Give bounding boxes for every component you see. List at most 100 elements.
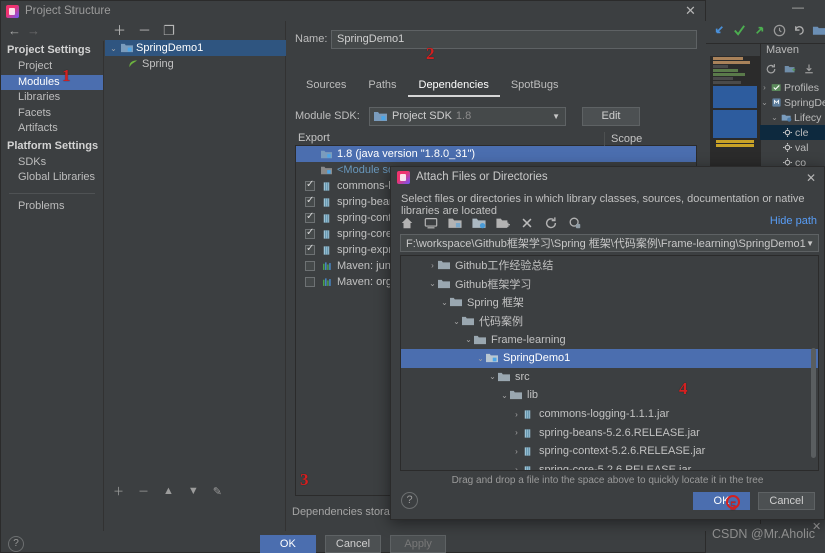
hide-path-link[interactable]: Hide path xyxy=(770,215,817,227)
help-button[interactable]: ? xyxy=(401,492,418,509)
refresh-icon[interactable] xyxy=(544,216,558,230)
chevron-down-icon[interactable]: ▼ xyxy=(552,112,560,121)
chevron-down-icon[interactable]: ⌄ xyxy=(463,335,474,344)
add-maven-project-icon[interactable] xyxy=(784,63,796,75)
sidebar-item-sdks[interactable]: SDKs xyxy=(1,155,103,171)
export-checkbox[interactable] xyxy=(305,211,315,223)
attach-dialog-buttons: OK Cancel xyxy=(693,492,815,510)
project-folder-icon[interactable] xyxy=(448,216,462,230)
move-up-button[interactable]: ▲ xyxy=(163,485,174,497)
chevron-down-icon[interactable]: ⌄ xyxy=(451,317,462,326)
tab-sources[interactable]: Sources xyxy=(295,79,357,97)
cancel-button[interactable]: Cancel xyxy=(758,492,815,510)
maven-tree-row[interactable]: ⌄ SpringDe xyxy=(760,95,825,110)
sidebar-item-modules[interactable]: Modules xyxy=(1,74,103,90)
maven-tree-row[interactable]: › Profiles xyxy=(760,80,825,95)
sidebar-item-problems[interactable]: Problems xyxy=(1,199,103,215)
export-checkbox[interactable] xyxy=(305,261,315,271)
tree-item-lib[interactable]: ⌄ lib xyxy=(401,386,818,405)
remove-module-button[interactable]: － xyxy=(138,24,151,37)
sidebar-item-libraries[interactable]: Libraries xyxy=(1,90,103,106)
export-checkbox[interactable] xyxy=(305,243,315,255)
ok-button[interactable]: OK xyxy=(259,535,316,553)
download-sources-icon[interactable] xyxy=(803,63,815,75)
tree-item-spring-beans-jar[interactable]: › spring-beans-5.2.6.RELEASE.jar xyxy=(401,423,818,442)
add-module-button[interactable]: ＋ xyxy=(113,24,126,37)
export-checkbox[interactable] xyxy=(305,227,315,239)
minimize-icon[interactable]: — xyxy=(792,1,804,13)
chevron-right-icon[interactable]: › xyxy=(511,465,522,470)
chevron-down-icon[interactable]: ⌄ xyxy=(439,298,450,307)
tree-item-commons-logging-jar[interactable]: › commons-logging-1.1.1.jar xyxy=(401,405,818,424)
chevron-down-icon[interactable]: ⌄ xyxy=(109,44,118,53)
copy-module-button[interactable]: ❐ xyxy=(163,24,175,37)
chevron-down-icon[interactable]: ⌄ xyxy=(427,279,438,288)
remove-dependency-button[interactable]: － xyxy=(138,483,149,499)
tree-item-frame-learning[interactable]: ⌄ Frame-learning xyxy=(401,330,818,349)
chevron-right-icon[interactable]: › xyxy=(511,410,522,419)
sidebar-item-project[interactable]: Project xyxy=(1,59,103,75)
add-dependency-button[interactable]: ＋ xyxy=(113,483,124,499)
ok-button[interactable]: OK xyxy=(693,492,750,510)
step-out-icon[interactable] xyxy=(752,23,767,38)
open-folder-icon[interactable] xyxy=(812,23,825,38)
chevron-down-icon[interactable]: ⌄ xyxy=(487,372,498,381)
tab-dependencies[interactable]: Dependencies xyxy=(407,79,500,97)
close-icon[interactable]: ✕ xyxy=(684,4,697,18)
cancel-button[interactable]: Cancel xyxy=(324,535,382,553)
tree-item-code-examples[interactable]: ⌄ 代码案例 xyxy=(401,312,818,331)
maven-tree-row-clean[interactable]: cle xyxy=(760,125,825,140)
tree-item-springdemo1[interactable]: ⌄ SpringDemo1 xyxy=(401,348,818,368)
run-check-icon[interactable] xyxy=(732,23,747,38)
tree-item-github-work[interactable]: › Github工作经验总结 xyxy=(401,256,818,275)
export-checkbox[interactable] xyxy=(305,179,315,191)
history-clock-icon[interactable] xyxy=(772,23,787,38)
chevron-down-icon[interactable]: ⌄ xyxy=(475,354,486,363)
close-icon[interactable]: ✕ xyxy=(806,171,816,185)
chevron-right-icon[interactable]: › xyxy=(511,447,522,456)
tree-item-spring-context-jar[interactable]: › spring-context-5.2.6.RELEASE.jar xyxy=(401,442,818,461)
apply-button[interactable]: Apply xyxy=(390,535,447,553)
delete-icon[interactable] xyxy=(520,216,534,230)
tree-item-src[interactable]: ⌄ src xyxy=(401,368,818,387)
sidebar-item-artifacts[interactable]: Artifacts xyxy=(1,121,103,137)
module-sdk-select[interactable]: Project SDK 1.8 ▼ xyxy=(369,106,566,126)
table-row[interactable]: 1.8 (java version "1.8.0_31") xyxy=(296,146,696,162)
move-down-button[interactable]: ▼ xyxy=(188,485,199,497)
step-into-icon[interactable] xyxy=(712,23,727,38)
chevron-down-icon[interactable]: ▼ xyxy=(806,239,814,248)
show-hidden-files-icon[interactable] xyxy=(568,216,582,230)
sidebar-item-facets[interactable]: Facets xyxy=(1,106,103,122)
chevron-down-icon[interactable]: ⌄ xyxy=(499,391,510,400)
home-icon[interactable] xyxy=(400,216,414,230)
module-name-input[interactable]: SpringDemo1 xyxy=(331,29,697,49)
chevron-right-icon[interactable]: › xyxy=(427,261,438,270)
module-folder-icon[interactable] xyxy=(472,216,486,230)
chevron-down-icon[interactable]: ⌄ xyxy=(770,113,779,122)
tab-paths[interactable]: Paths xyxy=(357,79,407,97)
forward-arrow-icon[interactable]: → xyxy=(27,24,40,38)
module-row-spring[interactable]: Spring xyxy=(105,56,286,72)
tree-item-spring-core-jar[interactable]: › spring-core-5.2.6.RELEASE.jar xyxy=(401,461,818,470)
export-checkbox[interactable] xyxy=(305,195,315,207)
chevron-down-icon[interactable]: ⌄ xyxy=(760,98,769,107)
tree-item-spring-framework[interactable]: ⌄ Spring 框架 xyxy=(401,293,818,312)
path-input[interactable]: F:\workspace\Github框架学习\Spring 框架\代码案例\F… xyxy=(400,234,819,252)
chevron-right-icon[interactable]: › xyxy=(511,428,522,437)
desktop-icon[interactable] xyxy=(424,216,438,230)
sidebar-item-global-libraries[interactable]: Global Libraries xyxy=(1,170,103,186)
tab-spotbugs[interactable]: SpotBugs xyxy=(500,79,570,97)
back-arrow-icon[interactable]: ← xyxy=(8,24,21,38)
new-folder-icon[interactable] xyxy=(496,216,510,230)
module-row-springdemo1[interactable]: ⌄ SpringDemo1 xyxy=(105,40,286,56)
export-checkbox[interactable] xyxy=(305,277,315,287)
edit-dependency-button[interactable]: ✎ xyxy=(213,485,222,498)
tree-item-github-framework[interactable]: ⌄ Github框架学习 xyxy=(401,275,818,294)
refresh-icon[interactable] xyxy=(765,63,777,75)
undo-icon[interactable] xyxy=(792,23,807,38)
edit-sdk-button[interactable]: Edit xyxy=(582,106,640,126)
maven-tree-row-validate[interactable]: val xyxy=(760,140,825,155)
chevron-right-icon[interactable]: › xyxy=(760,83,769,92)
file-tree-scrollbar[interactable] xyxy=(811,348,816,458)
maven-tree-row[interactable]: ⌄ Lifecy xyxy=(760,110,825,125)
